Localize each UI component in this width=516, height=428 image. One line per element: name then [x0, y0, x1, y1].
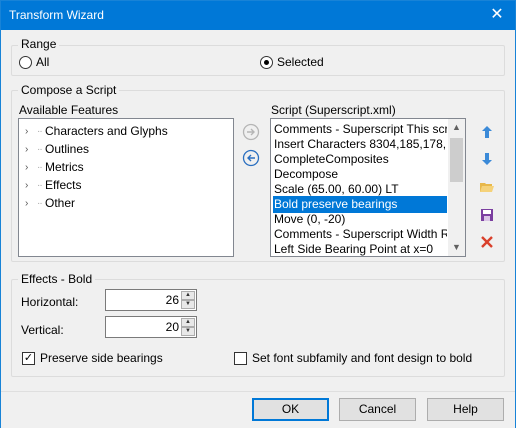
scroll-down-icon[interactable]: ▼ — [448, 239, 465, 256]
save-icon — [481, 209, 493, 221]
radio-all-circle[interactable] — [19, 55, 32, 69]
title-bar: Transform Wizard ✕ — [1, 1, 515, 30]
window-title: Transform Wizard — [9, 8, 104, 22]
chevron-right-icon[interactable]: › — [25, 180, 37, 191]
radio-all-label: All — [36, 55, 50, 69]
horizontal-label: Horizontal: — [21, 295, 79, 309]
script-list[interactable]: Comments - Superscript This script Inser… — [270, 118, 466, 257]
arrow-right-icon — [242, 123, 260, 141]
subfamily-checkbox-box[interactable] — [234, 351, 247, 365]
arrow-left-icon — [242, 149, 260, 167]
tree-item[interactable]: › ·· Outlines — [25, 140, 89, 158]
spin-up-icon[interactable]: ▲ — [181, 318, 195, 327]
add-to-script-button[interactable] — [240, 121, 262, 143]
vertical-value[interactable]: 20 — [166, 320, 179, 334]
tree-item-label: Other — [45, 196, 76, 210]
preserve-label: Preserve side bearings — [40, 351, 163, 365]
preserve-checkbox-box[interactable]: ✓ — [22, 351, 35, 365]
tree-dots-icon: ·· — [37, 197, 43, 209]
open-script-button[interactable] — [476, 176, 498, 198]
ok-button[interactable]: OK — [252, 398, 329, 421]
radio-all[interactable]: All — [19, 55, 49, 69]
tree-dots-icon: ·· — [37, 161, 43, 173]
set-subfamily-checkbox[interactable]: Set font subfamily and font design to bo… — [234, 351, 472, 365]
range-group-label: Range — [18, 37, 60, 51]
help-button[interactable]: Help — [427, 398, 504, 421]
tree-item[interactable]: › ·· Characters and Glyphs — [25, 122, 168, 140]
move-up-button[interactable] — [476, 121, 498, 143]
radio-selected-circle[interactable] — [260, 55, 273, 69]
arrow-down-icon — [482, 153, 492, 165]
radio-selected[interactable]: Selected — [260, 55, 324, 69]
preserve-side-bearings-checkbox[interactable]: ✓ Preserve side bearings — [22, 351, 163, 365]
horizontal-spin-buttons[interactable]: ▲ ▼ — [181, 291, 195, 309]
chevron-right-icon[interactable]: › — [25, 126, 37, 137]
script-scrollbar[interactable]: ▲ ▼ — [448, 119, 465, 256]
subfamily-label: Set font subfamily and font design to bo… — [252, 351, 473, 365]
tree-item[interactable]: › ·· Effects — [25, 176, 81, 194]
close-icon[interactable]: ✕ — [479, 1, 515, 30]
scroll-up-icon[interactable]: ▲ — [448, 119, 465, 136]
available-features-tree[interactable]: › ·· Characters and Glyphs › ·· Outlines ›… — [18, 118, 234, 257]
vertical-stepper[interactable]: 20 ▲ ▼ — [105, 316, 197, 338]
chevron-right-icon[interactable]: › — [25, 198, 37, 209]
tree-dots-icon: ·· — [37, 179, 43, 191]
tree-dots-icon: ·· — [37, 143, 43, 155]
effects-group-label: Effects - Bold — [18, 272, 96, 286]
scroll-thumb[interactable] — [450, 138, 463, 182]
save-script-button[interactable] — [476, 204, 498, 226]
spin-down-icon[interactable]: ▼ — [181, 300, 195, 309]
folder-open-icon — [480, 183, 494, 192]
available-features-label: Available Features — [19, 103, 119, 117]
range-group — [11, 45, 505, 76]
tree-item-label: Outlines — [45, 142, 90, 156]
script-label: Script (Superscript.xml) — [271, 103, 396, 117]
spin-down-icon[interactable]: ▼ — [181, 327, 195, 336]
arrow-up-icon — [482, 126, 492, 138]
compose-group-label: Compose a Script — [18, 83, 120, 97]
chevron-right-icon[interactable]: › — [25, 144, 37, 155]
delete-item-button[interactable] — [476, 231, 498, 253]
tree-item[interactable]: › ·· Metrics — [25, 158, 84, 176]
tree-item-label: Metrics — [45, 160, 84, 174]
tree-item[interactable]: › ·· Other — [25, 194, 75, 212]
tree-item-label: Characters and Glyphs — [45, 124, 168, 138]
cancel-button[interactable]: Cancel — [339, 398, 416, 421]
transform-wizard-dialog: Transform Wizard ✕ Range All Selected Co… — [0, 0, 516, 428]
vertical-spin-buttons[interactable]: ▲ ▼ — [181, 318, 195, 336]
remove-from-script-button[interactable] — [240, 147, 262, 169]
ok-button-label: OK — [281, 402, 300, 416]
list-item[interactable]: Left Side Bearing Point at x=0 — [273, 241, 447, 256]
tree-dots-icon: ·· — [37, 125, 43, 137]
move-down-button[interactable] — [476, 148, 498, 170]
radio-selected-label: Selected — [277, 55, 324, 69]
vertical-label: Vertical: — [21, 323, 64, 337]
delete-x-icon — [481, 236, 493, 248]
horizontal-value[interactable]: 26 — [166, 293, 179, 307]
spin-up-icon[interactable]: ▲ — [181, 291, 195, 300]
chevron-right-icon[interactable]: › — [25, 162, 37, 173]
help-button-label: Help — [453, 402, 478, 416]
horizontal-stepper[interactable]: 26 ▲ ▼ — [105, 289, 197, 311]
cancel-button-label: Cancel — [358, 402, 397, 416]
tree-item-label: Effects — [45, 178, 82, 192]
